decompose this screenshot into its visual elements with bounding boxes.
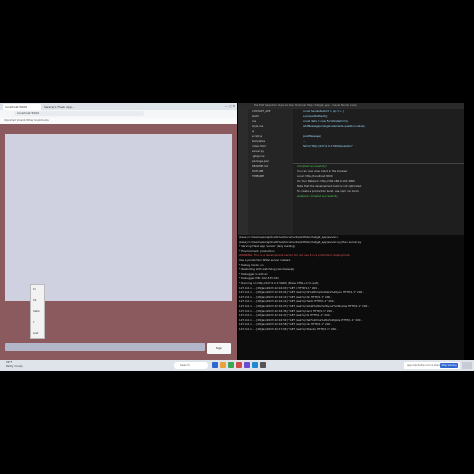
taskbar-app-icon[interactable] xyxy=(212,362,218,368)
bookmarks-bar: Imported Vivaldi Other bookmarks xyxy=(0,118,237,124)
vscode-window: File Edit Selection View Go Run Terminal… xyxy=(238,103,464,236)
explorer-item[interactable]: TIMELINE xyxy=(248,174,293,179)
chat-input[interactable] xyxy=(5,343,205,351)
bookmarks-label[interactable]: Imported Vivaldi Other bookmarks xyxy=(0,119,49,122)
browser-tabbar: localhost:5000 Swaraj's Flask App... — ▢… xyxy=(0,103,237,110)
vscode-terminal-panel[interactable]: Compiled successfully! You can now view c… xyxy=(293,163,464,236)
browser-window: localhost:5000 Swaraj's Flask App... — ▢… xyxy=(0,103,237,360)
weather-desc: Partly cloudy xyxy=(6,365,23,368)
autocomplete-dropdown: hihiihello?andhi xyxy=(30,284,45,346)
dropdown-item[interactable]: hii xyxy=(31,296,44,307)
url-field[interactable]: localhost:5000 xyxy=(14,111,144,116)
dropdown-item[interactable]: hello xyxy=(31,307,44,318)
chat-area xyxy=(5,134,232,301)
taskbar-app-icon[interactable] xyxy=(252,362,258,368)
explorer-panel: CHATGPT_APP static css style.css js script.js… xyxy=(248,109,293,235)
taskbar-search[interactable]: Search xyxy=(174,362,208,369)
panel-output-line: webpack compiled successfully xyxy=(297,195,338,198)
taskbar-app-icon[interactable] xyxy=(220,362,226,368)
stop-sharing-button[interactable]: Stop sharing xyxy=(440,363,458,368)
dropdown-item[interactable]: ? xyxy=(31,318,44,329)
system-tray[interactable] xyxy=(462,362,472,369)
taskbar-app-icon[interactable] xyxy=(260,362,266,368)
taskbar: 29°F Partly cloudy Search app.clipchamp.… xyxy=(0,360,474,371)
taskbar-app-icon[interactable] xyxy=(236,362,242,368)
dropdown-item[interactable]: and xyxy=(31,329,44,340)
send-button[interactable]: Sign xyxy=(207,343,231,354)
weather-widget[interactable]: 29°F Partly cloudy xyxy=(6,361,23,369)
dropdown-item[interactable]: hi xyxy=(31,285,44,296)
taskbar-app-icon[interactable] xyxy=(244,362,250,368)
terminal-line: 127.0.0.1 - - [28/Jan/2023 22:17:05] "GE… xyxy=(239,326,338,331)
taskbar-app-icon[interactable] xyxy=(228,362,234,368)
window-controls[interactable]: — ▢ ✕ xyxy=(225,104,235,108)
activity-bar[interactable] xyxy=(238,109,248,235)
code-editor[interactable]: const handleSubmit = (e) => { e.preventD… xyxy=(293,109,464,163)
code-line: fetch("http://127.0.0.1:5000/question" xyxy=(303,145,353,148)
terminal-window[interactable]: (base) C:\Users\swaraj\OneDrive\Document… xyxy=(238,235,464,360)
